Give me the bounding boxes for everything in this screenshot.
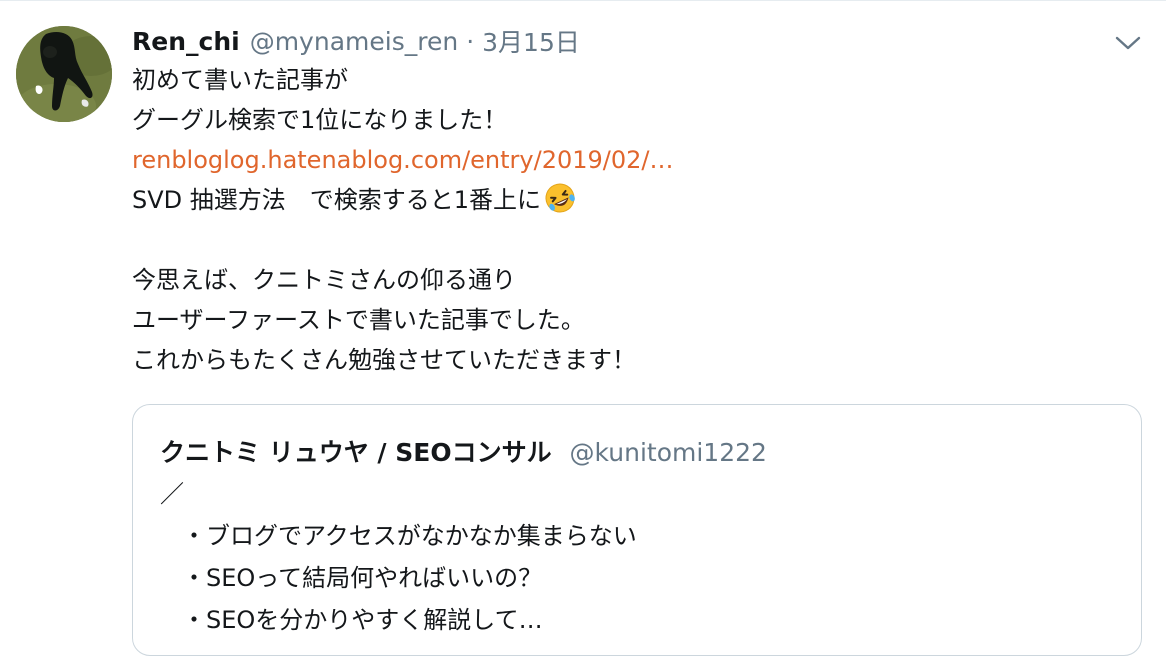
tweet-text-line: 今思えば、クニトミさんの仰る通り: [132, 266, 516, 294]
quoted-display-name: クニトミ リュウヤ / SEOコンサル: [160, 438, 552, 467]
tweet-date[interactable]: 3月15日: [482, 23, 580, 59]
avatar[interactable]: [16, 26, 112, 122]
quoted-tweet-body: ／ ・ブログでアクセスがなかなか集まらない ・SEOって結局何やればいいの？ ・…: [160, 473, 637, 641]
display-name[interactable]: Ren_chi: [132, 27, 240, 56]
quoted-tweet-card[interactable]: クニトミ リュウヤ / SEOコンサル @kunitomi1222 ／ ・ブログ…: [132, 404, 1142, 656]
avatar-photo: [16, 26, 112, 122]
quoted-text-line: ・ブログでアクセスがなかなか集まらない: [182, 522, 637, 550]
tweet-text-span: SVD 抽選方法 で検索すると1番上に: [132, 186, 542, 214]
rolling-on-floor-laughing-emoji-icon: [543, 181, 577, 215]
tweet-text-line: 初めて書いた記事が: [132, 66, 348, 94]
tweet-link[interactable]: renbloglog.hatenablog.com/entry/2019/02/…: [132, 146, 674, 174]
separator-dot: ·: [466, 26, 475, 56]
quoted-text-line: ・SEOを分かりやすく解説して…: [182, 606, 543, 634]
top-divider: [0, 0, 1166, 1]
tweet-body: 初めて書いた記事が グーグル検索で1位になりました！ renbloglog.ha…: [132, 60, 1132, 380]
user-handle[interactable]: @mynameis_ren: [250, 27, 458, 56]
tweet-text-line: グーグル検索で1位になりました！: [132, 106, 508, 134]
quoted-user-handle: @kunitomi1222: [569, 438, 767, 467]
tweet-menu-button[interactable]: [1110, 28, 1146, 58]
tweet-text-line: ユーザーファーストで書いた記事でした。: [132, 306, 585, 334]
chevron-down-icon: [1115, 36, 1141, 50]
tweet-text-line: これからもたくさん勉強させていただきます！: [132, 346, 636, 374]
quoted-tweet-header: クニトミ リュウヤ / SEOコンサル @kunitomi1222: [160, 433, 767, 469]
quoted-text-line: ／: [160, 480, 184, 508]
tweet-header: Ren_chi @mynameis_ren · 3月15日: [132, 22, 580, 60]
tweet-text-line: SVD 抽選方法 で検索すると1番上に: [132, 180, 1132, 220]
quoted-text-line: ・SEOって結局何やればいいの？: [182, 564, 543, 592]
